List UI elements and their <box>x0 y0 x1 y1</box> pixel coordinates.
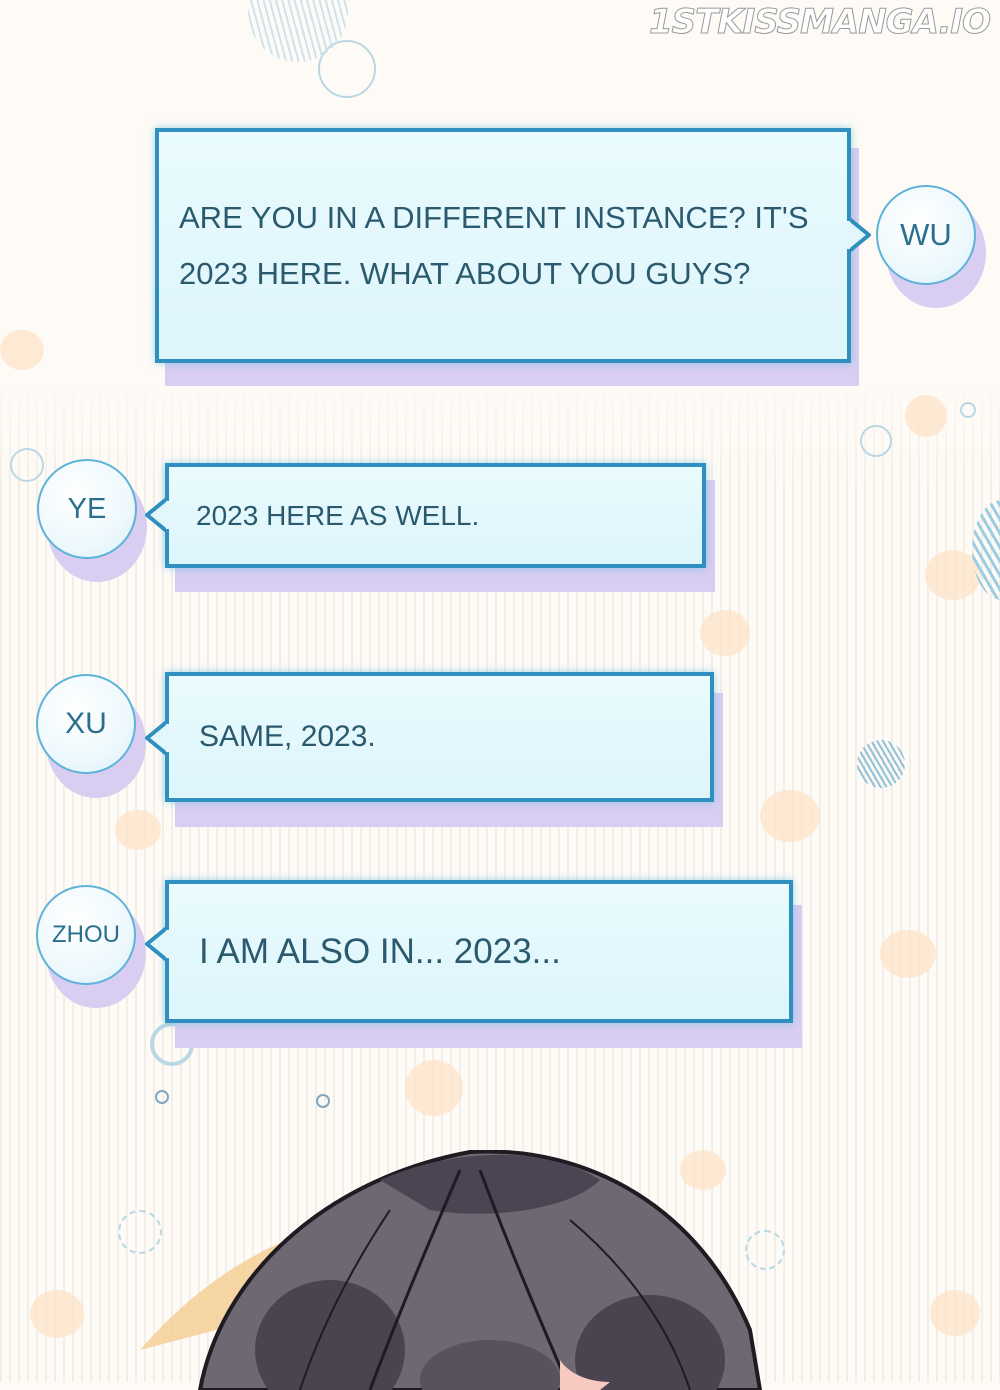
bubble-ring-decoration <box>860 425 892 457</box>
message-text: 2023 HERE AS WELL. <box>196 499 480 531</box>
bubble-tail <box>145 718 169 758</box>
bubble-tail <box>847 215 871 255</box>
bubble-tail <box>145 495 169 535</box>
paw-print-decoration <box>880 930 936 978</box>
message-text: SAME, 2023. <box>199 720 376 753</box>
bubble-ring-decoration <box>960 402 976 418</box>
character-head-illustration <box>140 1150 763 1390</box>
striped-circle-decoration <box>857 740 905 788</box>
watermark: 1STKISSMANGA.IO <box>648 2 991 43</box>
paw-print-decoration <box>760 790 820 842</box>
speech-bubble-xu: SAME, 2023. <box>165 672 714 802</box>
speech-bubble-zhou: I AM ALSO IN... 2023... <box>165 880 793 1023</box>
message-text: ARE YOU IN A DIFFERENT INSTANCE? IT'S 20… <box>179 199 809 291</box>
message-text: I AM ALSO IN... 2023... <box>199 931 561 971</box>
speech-bubble-ye: 2023 HERE AS WELL. <box>165 463 706 568</box>
avatar-name: YE <box>67 492 107 525</box>
avatar-name: ZHOU <box>52 921 120 948</box>
paw-print-decoration <box>930 1290 980 1336</box>
avatar-wu: WU <box>876 185 976 285</box>
avatar-name: WU <box>900 217 952 252</box>
bubble-ring-decoration <box>316 1094 330 1108</box>
avatar-xu: XU <box>36 674 136 774</box>
avatar-ye: YE <box>37 459 137 559</box>
bubble-ring-decoration <box>155 1090 169 1104</box>
paw-print-decoration <box>0 330 44 370</box>
bubble-tail <box>145 924 169 964</box>
avatar-zhou: ZHOU <box>36 885 136 985</box>
paw-print-decoration <box>115 810 161 850</box>
paw-print-decoration <box>905 395 947 437</box>
paw-print-decoration <box>700 610 750 656</box>
paw-print-decoration <box>405 1060 463 1116</box>
bubble-ring-decoration <box>10 448 44 482</box>
avatar-name: XU <box>65 707 107 740</box>
paw-print-decoration <box>30 1290 84 1338</box>
speech-bubble-wu: ARE YOU IN A DIFFERENT INSTANCE? IT'S 20… <box>155 128 851 363</box>
